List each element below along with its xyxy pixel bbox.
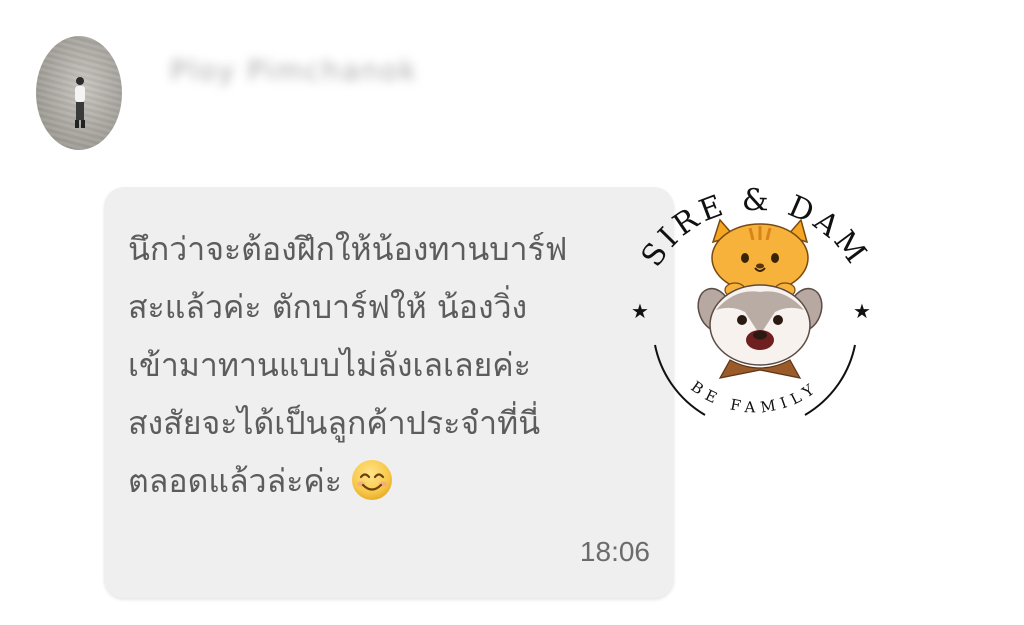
message-line: นึกว่าจะต้องฝึกให้น้องทานบาร์ฟ bbox=[128, 230, 568, 268]
star-icon: ★ bbox=[853, 299, 871, 323]
logo-bottom-text: BE FAMILY bbox=[688, 377, 823, 416]
logo-graphic: SIRE & DAM ★ ★ BE FAMILY bbox=[631, 183, 871, 417]
avatar-person-figure bbox=[75, 77, 85, 128]
message-bubble[interactable]: นึกว่าจะต้องฝึกให้น้องทานบาร์ฟ สะแล้วค่ะ… bbox=[104, 187, 674, 598]
avatar[interactable] bbox=[36, 36, 122, 150]
dog-icon bbox=[697, 284, 823, 379]
message-line: สงสัยจะได้เป็นลูกค้าประจำที่นี่ bbox=[128, 404, 541, 442]
message-line: ตลอดแล้วล่ะค่ะ bbox=[128, 462, 342, 500]
message-text: นึกว่าจะต้องฝึกให้น้องทานบาร์ฟ สะแล้วค่ะ… bbox=[128, 220, 674, 510]
chat-screenshot: Ploy Pimchanok นึกว่าจะต้องฝึกให้น้องทาน… bbox=[0, 0, 1024, 625]
message-line: เข้ามาทานแบบไม่ลังเลเลยค่ะ bbox=[128, 346, 531, 384]
message-timestamp: 18:06 bbox=[579, 536, 650, 567]
sender-name: Ploy Pimchanok bbox=[170, 54, 418, 87]
star-icon: ★ bbox=[631, 299, 649, 323]
message-line: สะแล้วค่ะ ตักบาร์ฟให้ น้องวิ่ง bbox=[128, 288, 528, 326]
sire-and-dam-logo: SIRE & DAM ★ ★ BE FAMILY bbox=[610, 170, 900, 440]
smiling-face-icon bbox=[351, 460, 392, 500]
